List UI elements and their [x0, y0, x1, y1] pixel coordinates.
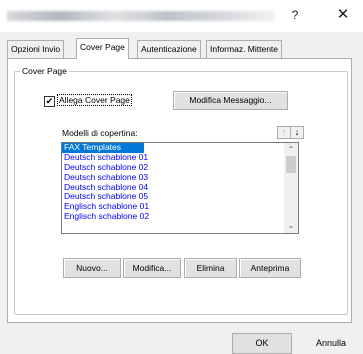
- ok-button[interactable]: OK: [232, 333, 292, 354]
- tab-opzioni-invio[interactable]: Opzioni Invio: [7, 40, 65, 58]
- scroll-down-chevron-icon[interactable]: ⌄: [284, 220, 298, 232]
- cover-page-group-label: Cover Page: [20, 66, 69, 76]
- modify-template-button[interactable]: Modifica...: [123, 258, 181, 278]
- edit-message-button-label: Modifica Messaggio...: [189, 95, 272, 105]
- templates-list[interactable]: FAX Templates Deutsch schablone 01 Deuts…: [61, 142, 299, 234]
- move-down-arrow-icon[interactable]: ↓: [290, 126, 304, 139]
- new-template-button-label: Nuovo...: [76, 263, 108, 273]
- attach-cover-page-label[interactable]: Allega Cover Page: [57, 94, 132, 106]
- preview-template-button-label: Anteprima: [250, 263, 290, 273]
- cancel-button[interactable]: Annulla: [301, 333, 361, 354]
- close-button[interactable]: ✕: [330, 4, 356, 26]
- title-bar: ? ✕: [0, 0, 363, 32]
- preview-template-button[interactable]: Anteprima: [239, 258, 301, 278]
- edit-message-button[interactable]: Modifica Messaggio...: [173, 91, 288, 110]
- scroll-thumb[interactable]: [286, 156, 296, 173]
- move-up-arrow-icon[interactable]: ↑: [277, 126, 291, 139]
- scroll-up-chevron-icon[interactable]: ⌃: [284, 144, 298, 156]
- help-button[interactable]: ?: [282, 4, 308, 26]
- tab-autenticazione[interactable]: Autenticazione: [137, 40, 201, 58]
- window-title-blurred: [7, 11, 275, 21]
- attach-cover-page-checkbox[interactable]: ✔: [44, 96, 55, 107]
- delete-template-button-label: Elimina: [196, 263, 225, 273]
- list-item[interactable]: Englisch schablone 02: [62, 211, 298, 222]
- new-template-button[interactable]: Nuovo...: [63, 258, 121, 278]
- tab-informaz-mittente[interactable]: Informaz. Mittente: [206, 40, 283, 58]
- models-label: Modelli di copertina:: [62, 128, 138, 138]
- tab-cover-page[interactable]: Cover Page: [76, 38, 129, 59]
- delete-template-button[interactable]: Elimina: [184, 258, 237, 278]
- list-scrollbar[interactable]: ⌃ ⌄: [284, 143, 298, 233]
- modify-template-button-label: Modifica...: [132, 263, 172, 273]
